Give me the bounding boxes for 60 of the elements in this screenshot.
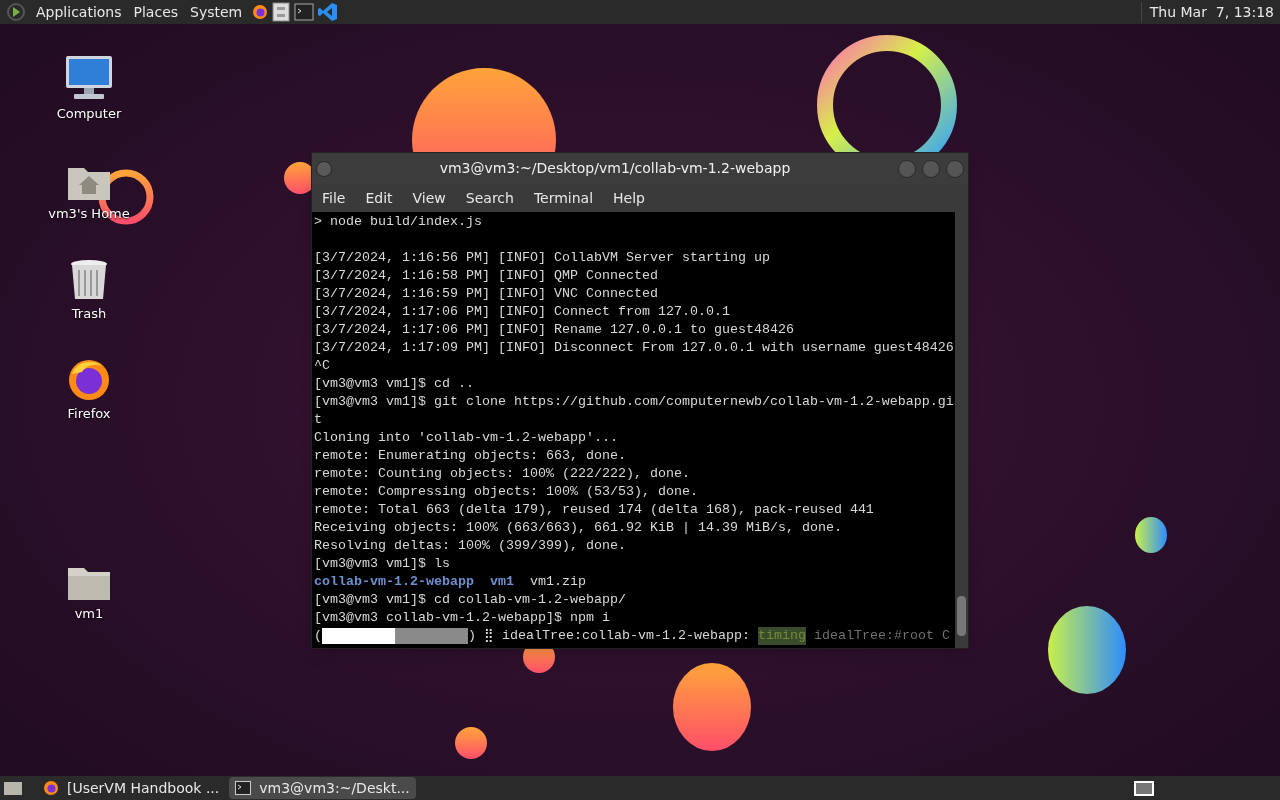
- panel-menu[interactable]: System: [188, 1, 245, 23]
- terminal-line: [vm3@vm3 vm1]$ ls: [314, 555, 451, 573]
- terminal-line: ^C: [314, 357, 331, 375]
- workspace-switcher[interactable]: [1134, 780, 1154, 796]
- desktop-icon-label[interactable]: vm1: [74, 604, 104, 624]
- menu-item[interactable]: View: [406, 187, 452, 209]
- terminal-line: [3/7/2024, 1:16:56 PM] [INFO] CollabVM Server starting up: [314, 249, 771, 267]
- terminal-line: [3/7/2024, 1:17:06 PM] [INFO] Connect from 127.0.0.1: [314, 303, 731, 321]
- spinner: ⣿: [484, 627, 494, 645]
- terminal-line: remote: Total 663 (delta 179), reused 174 (delta 168), pack-reused 441: [314, 501, 875, 519]
- terminal-line: [3/7/2024, 1:16:58 PM] [INFO] QMP Connected: [314, 267, 659, 285]
- window-title: vm3@vm3:~/Desktop/vm1/collab-vm-1.2-webapp: [438, 159, 792, 178]
- progress-bracket: (: [314, 627, 322, 645]
- desktop-icon-label[interactable]: Computer: [56, 104, 122, 124]
- terminal-line: remote: Enumerating objects: 663, done.: [314, 447, 627, 465]
- terminal-icon: [235, 781, 252, 795]
- terminal-line: remote: Compressing objects: 100% (53/53), done.: [314, 483, 699, 501]
- terminal-line: [3/7/2024, 1:16:59 PM] [INFO] VNC Connected: [314, 285, 659, 303]
- terminal-line: Cloning into 'collab-vm-1.2-webapp'...: [314, 429, 619, 447]
- terminal-line: [3/7/2024, 1:17:06 PM] [INFO] Rename 127.0.0.1 to guest48426: [314, 321, 795, 339]
- terminal-line: Resolving deltas: 100% (399/399), done.: [314, 537, 627, 555]
- file-cabinet-icon[interactable]: [272, 2, 291, 22]
- file-name: collab-vm-1.2-webapp: [314, 573, 474, 591]
- file-name: vm1: [489, 573, 514, 591]
- scroll-thumb[interactable]: [957, 596, 966, 636]
- progress-stage: idealTree:collab-vm-1.2-webapp:: [502, 627, 750, 645]
- menu-item[interactable]: File: [316, 187, 352, 209]
- monitor-icon: [64, 54, 114, 102]
- firefox-icon: [43, 780, 59, 796]
- desktop-icon-label[interactable]: Trash: [71, 304, 107, 324]
- panel-menu[interactable]: Places: [131, 1, 181, 23]
- show-desktop-icon[interactable]: [3, 780, 23, 796]
- terminal-line: [vm3@vm3 collab-vm-1.2-webapp]$ npm i: [314, 609, 611, 627]
- taskbar-button[interactable]: [UserVM Handbook ...: [37, 777, 226, 799]
- panel-menu[interactable]: Applications: [34, 1, 124, 23]
- firefox-icon: [252, 4, 269, 20]
- code-editor-icon[interactable]: [318, 2, 339, 22]
- menu-item[interactable]: Search: [459, 187, 520, 209]
- menu-item[interactable]: Edit: [359, 187, 399, 209]
- scrollbar[interactable]: [955, 212, 968, 648]
- desktop-icon-label[interactable]: Firefox: [67, 404, 111, 424]
- menu-item[interactable]: Help: [607, 187, 651, 209]
- terminal-line: t: [314, 411, 323, 429]
- menu-item[interactable]: Terminal: [527, 187, 600, 209]
- distro-logo-icon[interactable]: [6, 2, 26, 22]
- taskbar-button[interactable]: vm3@vm3:~/Deskt...: [229, 777, 416, 799]
- terminal-line: [vm3@vm3 vm1]$ cd collab-vm-1.2-webapp/: [314, 591, 627, 609]
- terminal-line: Receiving objects: 100% (663/663), 661.92 KiB | 14.39 MiB/s, done.: [314, 519, 843, 537]
- terminal-line: [3/7/2024, 1:17:09 PM] [INFO] Disconnect From 127.0.0.1 with username guest48426: [314, 339, 953, 357]
- terminal-line: [vm3@vm3 vm1]$ git clone https://github.com/computernewb/collab-vm-1.2-webapp.gi: [314, 393, 953, 411]
- timing-tag: timing: [757, 627, 806, 645]
- trash-icon: [69, 258, 109, 302]
- terminal-line: > node build/index.js: [314, 213, 483, 231]
- file-name: vm1.zip: [529, 573, 586, 591]
- terminal-line: remote: Counting objects: 100% (222/222), done.: [314, 465, 691, 483]
- progress-bracket: ): [468, 627, 476, 645]
- terminal-line: [vm3@vm3 vm1]$ cd ..: [314, 375, 475, 393]
- progress-detail: idealTree:#root C: [813, 627, 950, 645]
- terminal-icon[interactable]: [294, 3, 315, 21]
- clock[interactable]: Thu Mar 7, 13:18: [1140, 1, 1274, 23]
